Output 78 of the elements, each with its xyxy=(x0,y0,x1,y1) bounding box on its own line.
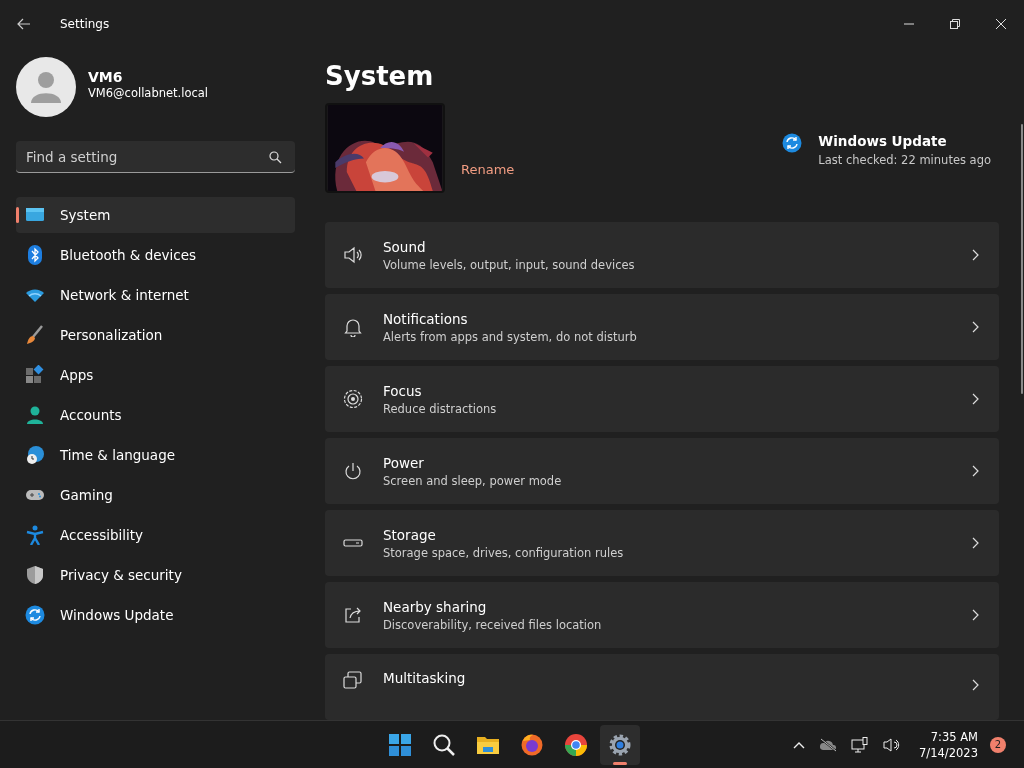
nav-item[interactable]: Apps xyxy=(16,357,295,393)
account-name: VM6 xyxy=(88,68,124,85)
card-title: Focus xyxy=(383,382,423,399)
settings-card[interactable]: Focus Reduce distractions xyxy=(325,366,999,432)
rename-link[interactable]: Rename xyxy=(461,162,515,177)
card-subtitle: Screen and sleep, power mode xyxy=(383,473,563,488)
update-status: Last checked: 22 minutes ago xyxy=(818,153,991,167)
card-title: Storage xyxy=(383,526,437,543)
nav-item[interactable]: Bluetooth & devices xyxy=(16,237,295,273)
search-icon xyxy=(432,733,456,757)
chevron-icon xyxy=(972,609,979,621)
gear-icon xyxy=(608,733,632,757)
globe-clock-icon xyxy=(25,445,45,465)
settings-card[interactable]: Storage Storage space, drives, configuration rules xyxy=(325,510,999,576)
speaker-icon xyxy=(343,245,363,265)
nav-item[interactable]: Time & language xyxy=(16,437,295,473)
nav-item[interactable]: Network & internet xyxy=(16,277,295,313)
page-title: System xyxy=(325,60,435,93)
windows-icon xyxy=(343,670,363,690)
cloud-off-icon[interactable] xyxy=(819,737,838,752)
window-title: Settings xyxy=(60,17,110,31)
settings-card[interactable]: Sound Volume levels, output, input, sound devices xyxy=(325,222,999,288)
card-subtitle: Alerts from apps and system, do not disturb xyxy=(383,329,638,344)
card-subtitle: Volume levels, output, input, sound devices xyxy=(383,257,636,272)
fox-browser-icon xyxy=(520,733,544,757)
bluetooth-icon xyxy=(25,245,45,265)
notification-badge[interactable]: 2 xyxy=(990,736,1006,753)
shield-icon xyxy=(25,565,45,585)
focus-icon xyxy=(343,389,363,409)
person-icon xyxy=(25,405,45,425)
taskbar-app[interactable] xyxy=(600,725,640,765)
nav-item[interactable]: Windows Update xyxy=(16,597,295,633)
account-email: VM6@collabnet.local xyxy=(88,85,209,100)
card-title: Power xyxy=(383,454,425,471)
settings-card[interactable]: Power Screen and sleep, power mode xyxy=(325,438,999,504)
scrollbar[interactable] xyxy=(1021,124,1023,394)
card-title: Nearby sharing xyxy=(383,598,488,615)
settings-card[interactable]: Notifications Alerts from apps and system, do not disturb xyxy=(325,294,999,360)
search-icon xyxy=(269,151,282,164)
sync-icon[interactable] xyxy=(782,133,803,153)
settings-card[interactable]: Multitasking xyxy=(325,654,999,720)
restore-icon[interactable] xyxy=(950,19,960,29)
chevron-icon xyxy=(972,393,979,405)
sync-icon xyxy=(25,605,45,625)
nav-item[interactable]: Privacy & security xyxy=(16,557,295,593)
chevron-up-icon[interactable] xyxy=(793,740,806,749)
card-title: Notifications xyxy=(383,310,469,327)
settings-card[interactable]: Nearby sharing Discoverability, received files location xyxy=(325,582,999,648)
nav-item[interactable]: Accessibility xyxy=(16,517,295,553)
chevron-icon xyxy=(972,321,979,333)
nav-item[interactable]: Personalization xyxy=(16,317,295,353)
start-icon xyxy=(388,733,412,757)
clock[interactable]: 7:35 AM 7/14/2023 xyxy=(919,728,978,761)
chevron-icon xyxy=(972,249,979,261)
speaker-icon[interactable] xyxy=(883,736,902,753)
apps-icon xyxy=(25,365,45,385)
nav-item[interactable]: Accounts xyxy=(16,397,295,433)
close-icon[interactable] xyxy=(996,19,1006,29)
chevron-icon xyxy=(972,465,979,477)
search-field[interactable]: Find a setting xyxy=(16,141,295,173)
card-subtitle: Discoverability, received files location xyxy=(383,617,603,632)
nav-item[interactable]: Gaming xyxy=(16,477,295,513)
nav-item[interactable]: System xyxy=(16,197,295,233)
card-subtitle: Storage space, drives, configuration rules xyxy=(383,545,625,560)
person-icon xyxy=(31,71,61,103)
chrome-icon xyxy=(564,733,588,757)
share-icon xyxy=(343,605,363,625)
network-icon[interactable] xyxy=(851,736,870,753)
paintbrush-icon xyxy=(25,325,45,345)
bell-icon xyxy=(343,317,363,337)
chevron-icon xyxy=(972,679,979,691)
chevron-icon xyxy=(972,537,979,549)
accessibility-icon xyxy=(25,525,45,545)
update-title: Windows Update xyxy=(818,133,948,149)
power-icon xyxy=(343,461,363,481)
card-title: Sound xyxy=(383,238,427,255)
card-title: Multitasking xyxy=(383,670,467,686)
card-subtitle: Reduce distractions xyxy=(383,401,498,416)
